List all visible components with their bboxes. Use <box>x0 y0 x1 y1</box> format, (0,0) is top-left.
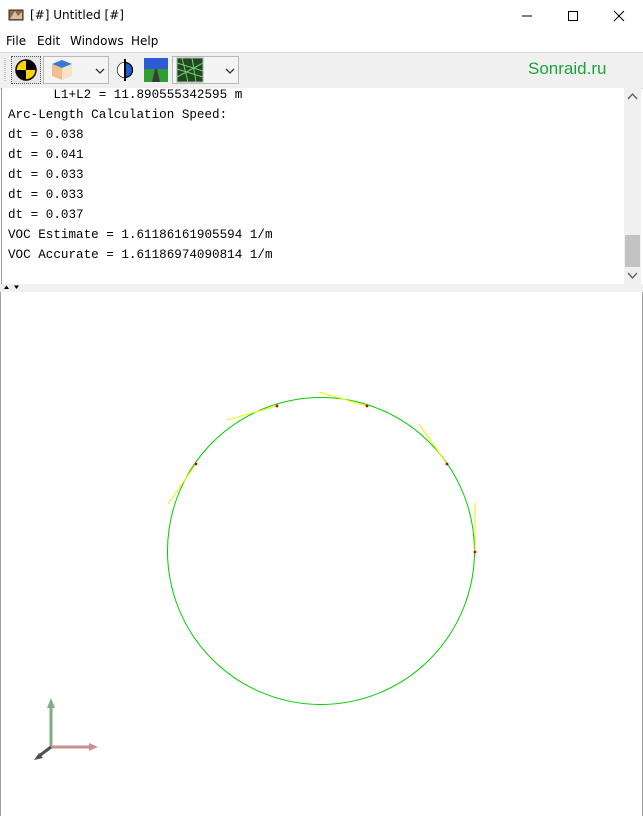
minimize-icon <box>522 15 532 16</box>
minimize-button[interactable] <box>504 0 550 31</box>
curve-point <box>194 462 198 466</box>
tangent-line <box>318 391 368 407</box>
y-axis-arrowhead <box>47 698 55 708</box>
curve-point <box>365 404 369 408</box>
grid-view-icon <box>176 57 204 83</box>
maximize-button[interactable] <box>550 0 596 31</box>
console-line: dt = 0.033 <box>8 168 84 182</box>
title-bar: [#] Untitled [#] <box>0 0 643 31</box>
app-icon <box>8 9 24 21</box>
road-tool-button[interactable] <box>142 56 170 84</box>
menu-edit[interactable]: Edit <box>37 34 60 48</box>
tangent-line <box>167 463 197 505</box>
console-line: dt = 0.041 <box>8 148 84 162</box>
chevron-down-icon <box>225 68 235 74</box>
console-line: dt = 0.037 <box>8 208 84 222</box>
crash-test-target-icon <box>15 59 37 81</box>
scroll-thumb[interactable] <box>625 235 640 267</box>
grid-view-dropdown[interactable] <box>172 56 239 84</box>
console-output[interactable]: L1+L2 = 11.890555342595 m Arc-Length Cal… <box>1 88 626 284</box>
curve-point <box>275 404 279 408</box>
toolbar: Sonraid.ru <box>0 52 643 89</box>
console-line: L1+L2 = 11.890555342595 m <box>8 88 243 102</box>
close-icon <box>613 10 625 21</box>
splitter-arrows-icon[interactable] <box>0 284 24 292</box>
toolbar-grip[interactable] <box>3 56 7 84</box>
menu-file[interactable]: File <box>6 34 26 48</box>
chevron-down-icon <box>95 68 105 74</box>
window-title: [#] Untitled [#] <box>30 8 124 22</box>
x-axis-arrowhead <box>89 743 98 751</box>
scroll-down-arrow-icon[interactable] <box>624 267 641 284</box>
curve-circle <box>167 397 475 705</box>
menu-bar: File Edit Windows Help <box>0 31 643 52</box>
tangent-line <box>418 423 448 465</box>
tangent-line <box>226 405 278 421</box>
console-line: dt = 0.033 <box>8 188 84 202</box>
cube-icon <box>52 60 72 80</box>
maximize-icon <box>568 10 578 21</box>
viewport-3d[interactable] <box>0 292 643 816</box>
console-line: Arc-Length Calculation Speed: <box>8 108 228 122</box>
console-line: VOC Accurate = 1.61186974090814 1/m <box>8 248 273 262</box>
target-tool-button[interactable] <box>11 56 41 84</box>
phase-circle-icon <box>116 59 134 81</box>
console-line: dt = 0.038 <box>8 128 84 142</box>
console-scrollbar[interactable] <box>624 88 641 284</box>
axis-gizmo <box>34 698 98 760</box>
phase-tool-button[interactable] <box>113 56 137 84</box>
curve-point <box>473 550 477 554</box>
road-icon <box>144 58 168 82</box>
scene-canvas[interactable] <box>1 292 642 816</box>
z-axis <box>38 745 52 758</box>
menu-windows[interactable]: Windows <box>70 34 124 48</box>
console-line: VOC Estimate = 1.61186161905594 1/m <box>8 228 273 242</box>
close-button[interactable] <box>596 0 642 31</box>
menu-help[interactable]: Help <box>131 34 158 48</box>
cube-dropdown[interactable] <box>43 56 109 84</box>
brand-label: Sonraid.ru <box>528 59 607 78</box>
scroll-up-arrow-icon[interactable] <box>624 88 641 105</box>
curve-point <box>445 462 449 466</box>
